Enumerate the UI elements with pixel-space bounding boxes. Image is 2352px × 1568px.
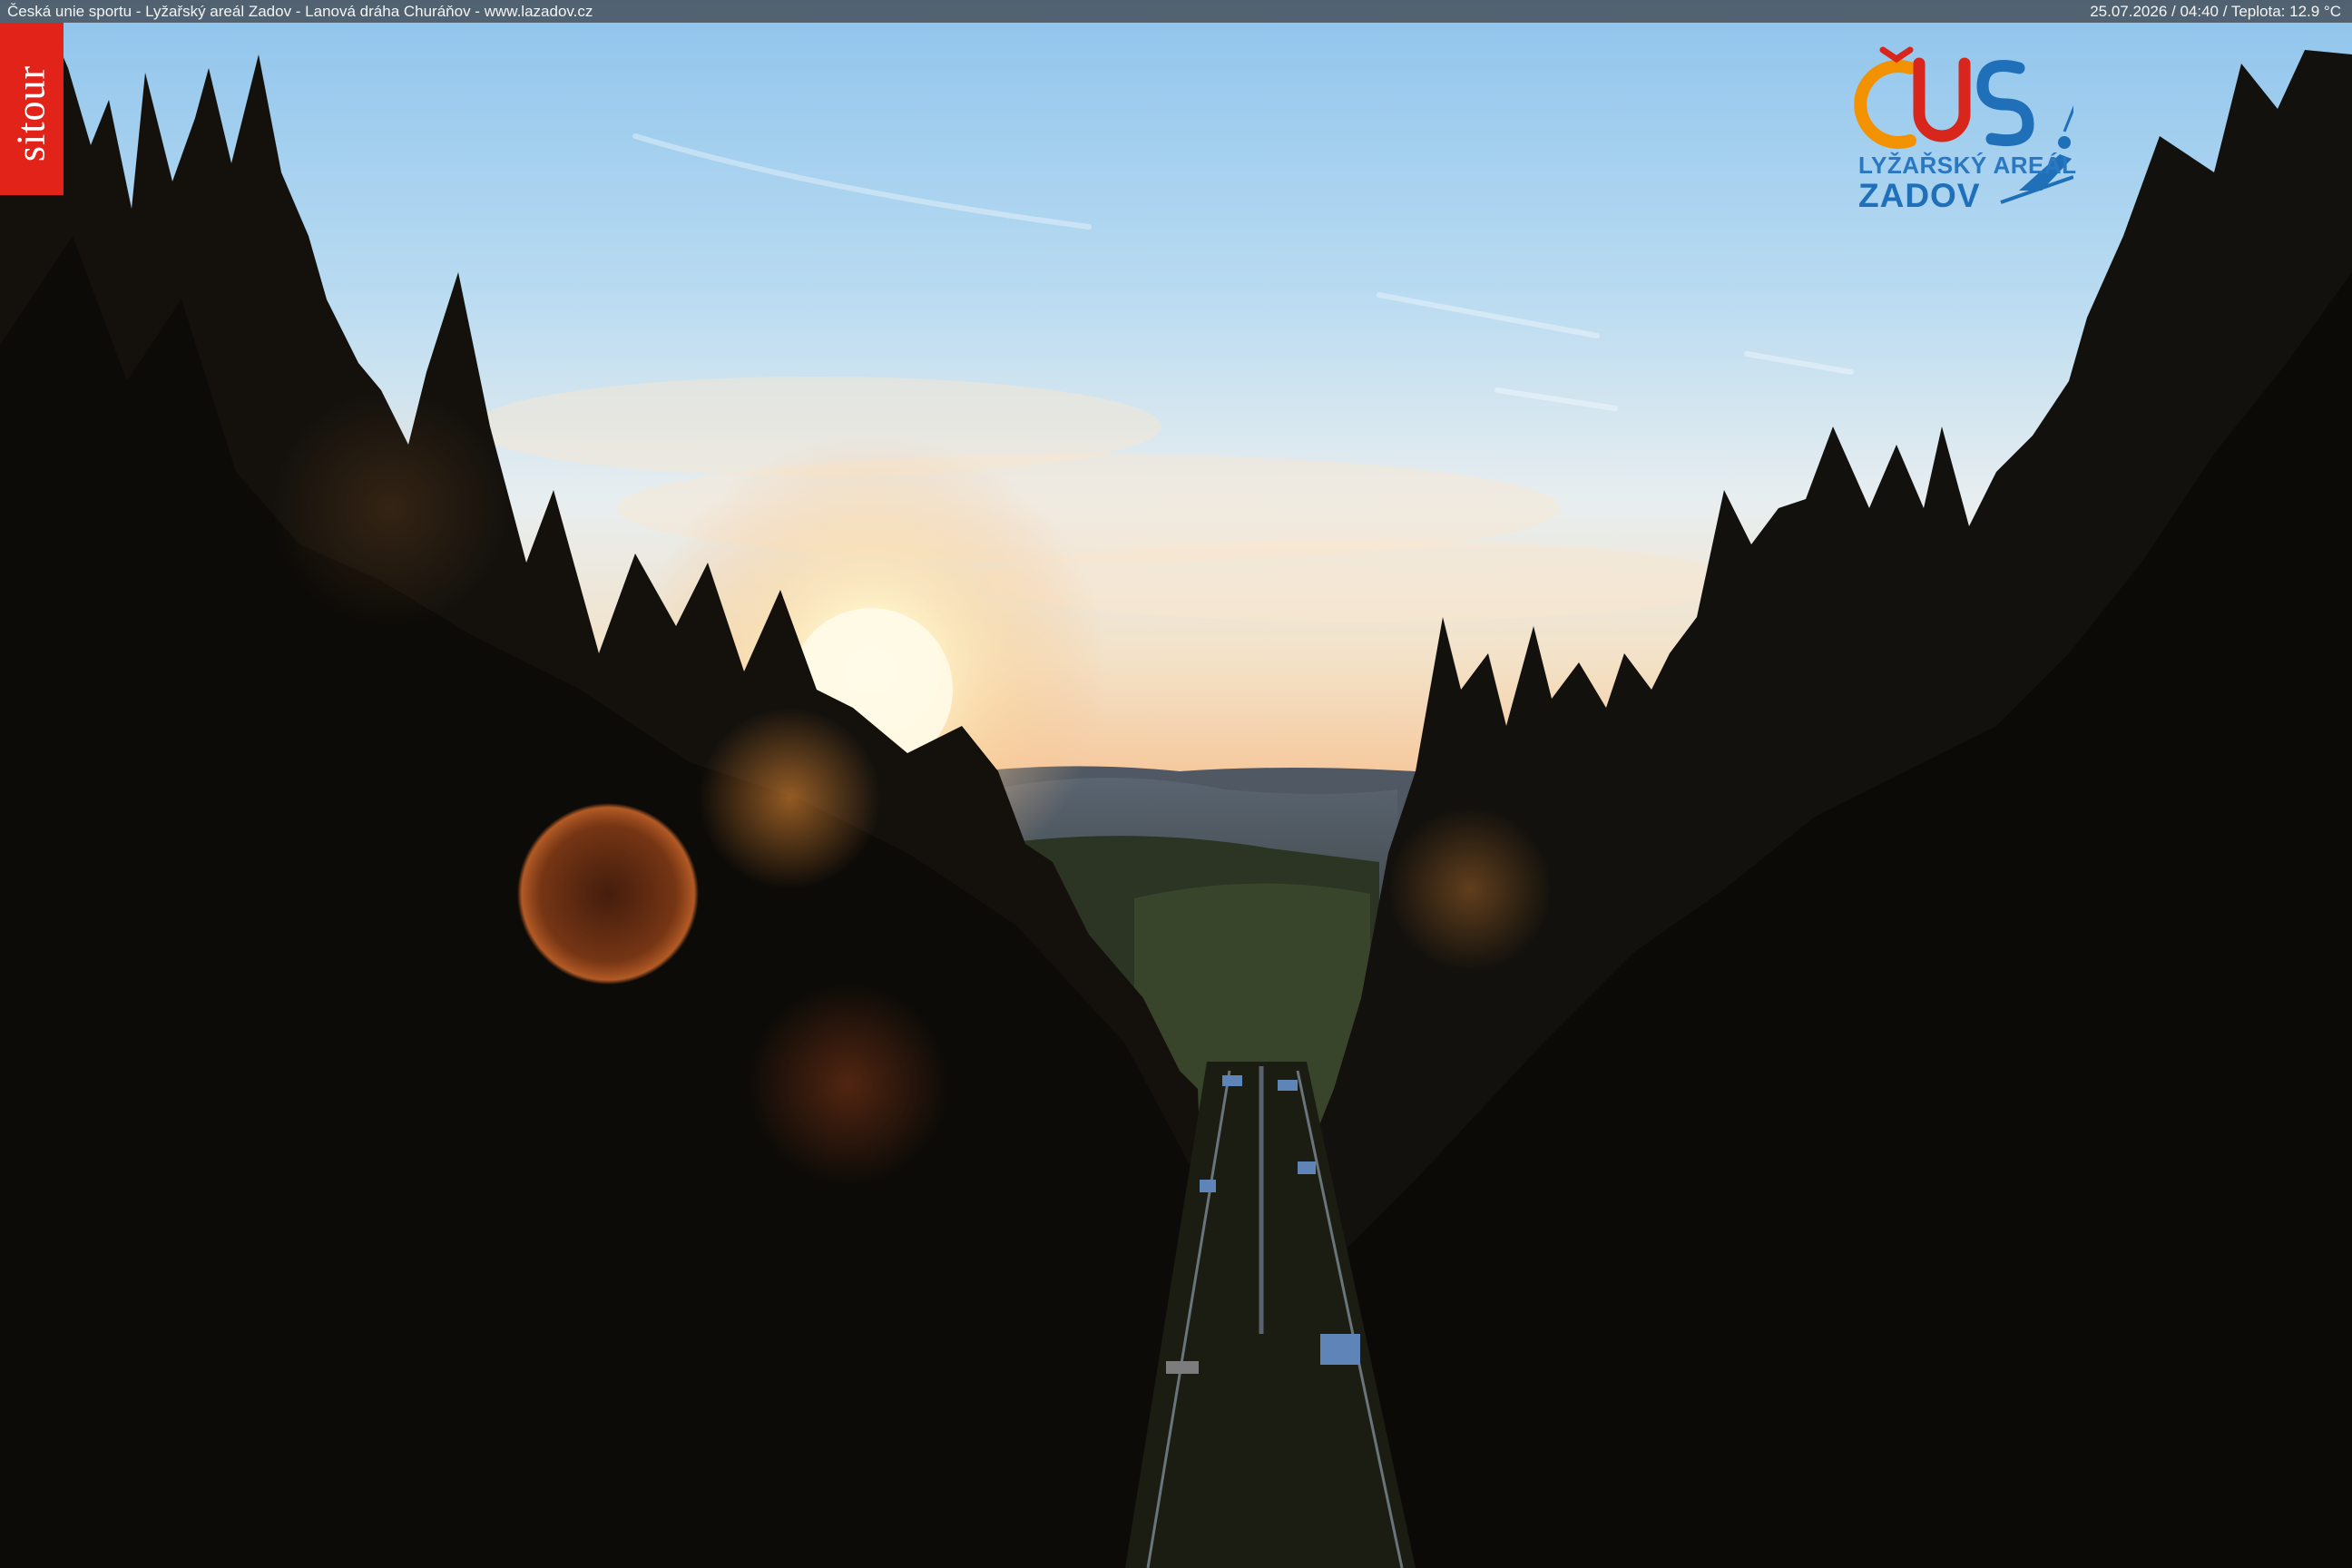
caron [1879, 46, 1914, 64]
logo-line-1: LYŽAŘSKÝ AREÁL [1858, 152, 2077, 179]
camera-caption: Česká unie sportu - Lyžařský areál Zadov… [7, 3, 593, 20]
webcam-info-bar: Česká unie sportu - Lyžařský areál Zadov… [0, 0, 2352, 23]
webcam-sunset-scene [0, 0, 2352, 1568]
logo-line-2: ZADOV [1858, 177, 1981, 214]
timestamp-temperature: 25.07.2026 / 04:40 / Teplota: 12.9 °C [2090, 3, 2341, 20]
u-shape [1913, 57, 1971, 142]
sitour-label: sitour [8, 64, 54, 162]
s-shape [1976, 60, 2034, 147]
c-arc [1854, 60, 1916, 149]
sitour-badge: sitour [0, 23, 64, 195]
